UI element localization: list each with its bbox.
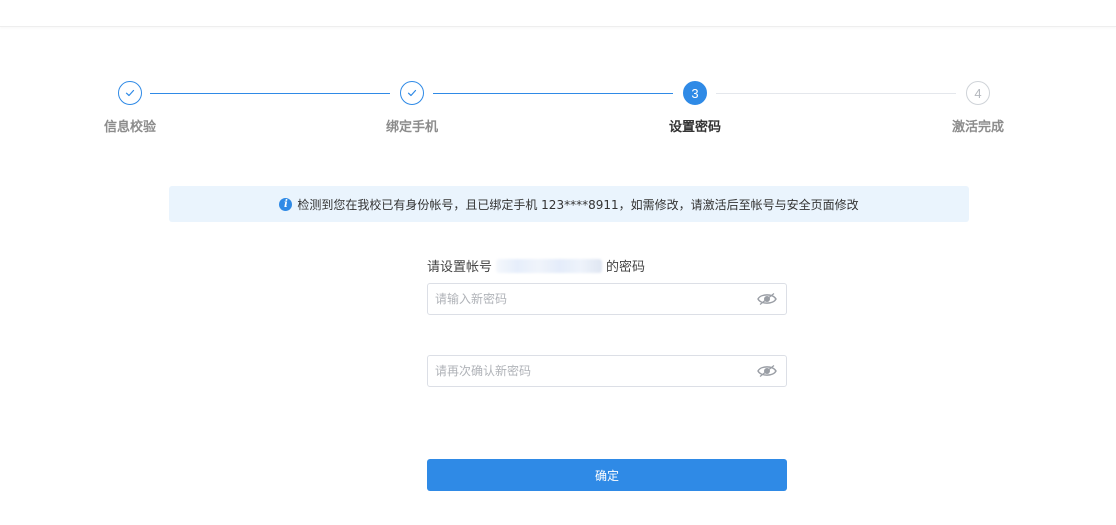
step-3-label: 设置密码 (668, 120, 721, 135)
eye-icon[interactable] (757, 292, 777, 306)
confirm-password-input[interactable] (428, 356, 755, 386)
step-3-circle: 3 (683, 81, 707, 105)
page: 信息校验 绑定手机 3 设置密码 4 激活完成 i 检测到您在我校已有身份帐号，… (0, 0, 1116, 525)
step-4-label: 激活完成 (951, 120, 1004, 135)
eye-icon[interactable] (757, 364, 777, 378)
step-indicator: 信息校验 绑定手机 3 设置密码 4 激活完成 (0, 0, 1116, 150)
step-4-circle: 4 (966, 81, 990, 105)
step-2-label: 绑定手机 (385, 120, 438, 135)
step-2-circle (400, 81, 424, 105)
alert-text: 检测到您在我校已有身份帐号，且已绑定手机 123****8911，如需修改，请激… (297, 197, 859, 212)
step-connector-2-3 (433, 93, 673, 94)
step-1-circle (118, 81, 142, 105)
form-title: 请设置帐号 的密码 (427, 256, 645, 275)
form-title-prefix: 请设置帐号 (427, 260, 493, 275)
info-alert: i 检测到您在我校已有身份帐号，且已绑定手机 123****8911，如需修改，… (169, 186, 969, 222)
step-1-label: 信息校验 (103, 120, 156, 135)
checkmark-icon (125, 89, 135, 97)
checkmark-icon (407, 89, 417, 97)
masked-account-name (496, 258, 603, 273)
confirm-password-field (427, 355, 787, 387)
new-password-input[interactable] (428, 284, 755, 314)
step-connector-3-4 (716, 93, 956, 94)
step-connector-1-2 (150, 93, 390, 94)
form-title-suffix: 的密码 (606, 260, 646, 275)
new-password-field (427, 283, 787, 315)
info-icon: i (279, 197, 293, 211)
confirm-button[interactable]: 确定 (427, 459, 787, 491)
